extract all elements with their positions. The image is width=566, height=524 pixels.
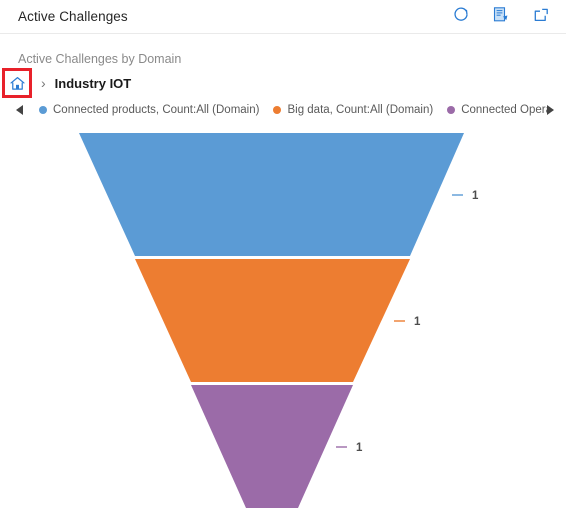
chart-title: Active Challenges by Domain xyxy=(18,52,182,66)
legend-prev-arrow-icon[interactable] xyxy=(16,104,23,115)
legend-item-big-data[interactable]: Big data, Count:All (Domain) xyxy=(273,104,433,116)
panel-header: Active Challenges xyxy=(0,0,566,34)
legend-items: Connected products, Count:All (Domain) B… xyxy=(39,104,547,116)
funnel-segment[interactable] xyxy=(191,385,353,508)
breadcrumb: › Industry IOT xyxy=(0,66,131,100)
legend-item-label: Connected products, Count:All (Domain) xyxy=(53,103,260,116)
header-actions xyxy=(452,6,550,24)
breadcrumb-home-button[interactable] xyxy=(2,68,32,98)
legend-item-connected-opera[interactable]: Connected Opera xyxy=(447,104,547,116)
legend-color-swatch xyxy=(39,105,47,114)
report-icon[interactable] xyxy=(492,6,510,24)
funnel-data-label: 1 xyxy=(356,442,363,454)
legend-next-arrow-icon[interactable] xyxy=(547,104,554,115)
refresh-icon[interactable] xyxy=(452,6,470,24)
funnel-data-label: 1 xyxy=(472,190,479,202)
legend-item-label: Connected Opera xyxy=(461,103,547,116)
funnel-chart: 1 1 1 xyxy=(0,124,566,524)
funnel-segment[interactable] xyxy=(79,133,464,256)
home-icon xyxy=(9,75,26,92)
legend-item-label: Big data, Count:All (Domain) xyxy=(287,103,434,116)
breadcrumb-current-item[interactable]: Industry IOT xyxy=(55,76,132,91)
legend-item-connected-products[interactable]: Connected products, Count:All (Domain) xyxy=(39,104,259,116)
funnel-chart-svg[interactable]: 1 1 1 xyxy=(0,124,566,524)
page-title: Active Challenges xyxy=(18,9,128,24)
legend-color-swatch xyxy=(447,105,456,114)
chart-legend: Connected products, Count:All (Domain) B… xyxy=(0,101,566,118)
funnel-segment[interactable] xyxy=(135,259,410,382)
chevron-right-icon: › xyxy=(41,75,46,91)
legend-color-swatch xyxy=(273,105,282,114)
funnel-data-label: 1 xyxy=(414,316,421,328)
popout-icon[interactable] xyxy=(532,6,550,24)
